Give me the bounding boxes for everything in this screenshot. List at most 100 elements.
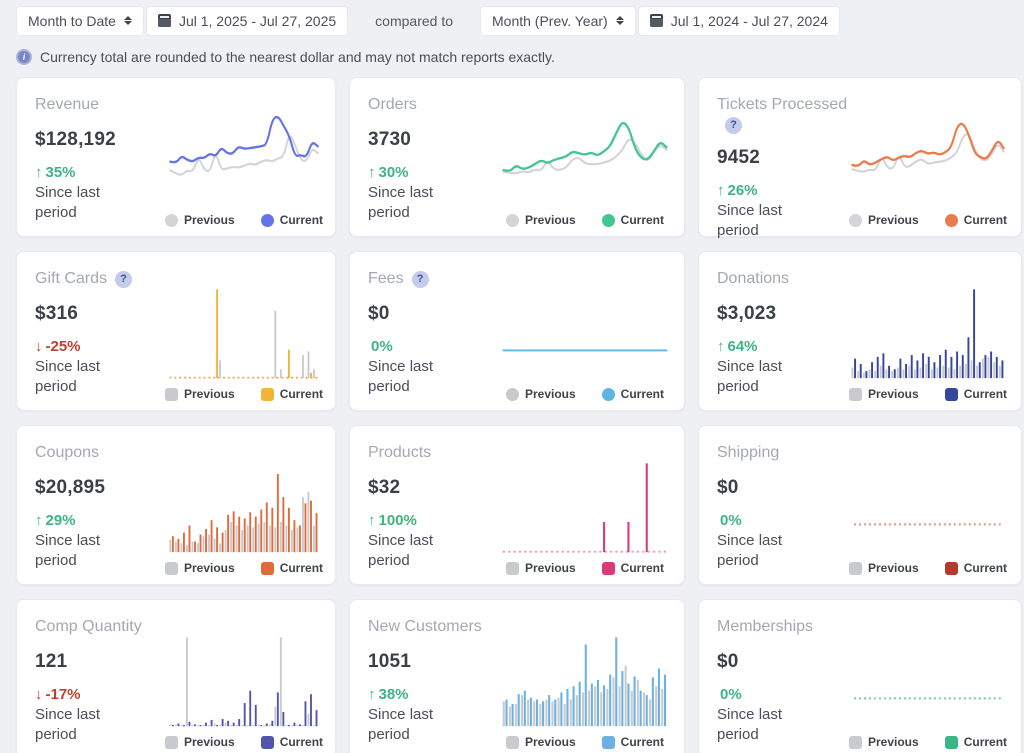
card-value: 9452 (717, 147, 849, 169)
gift-cards-sparkline (167, 279, 321, 381)
delta-value: 29% (46, 512, 76, 529)
previous-marker (506, 736, 519, 749)
card-shipping: Shipping $0 0% Since last period Previou… (698, 425, 1022, 585)
memberships-sparkline (849, 627, 1007, 729)
card-title: Comp Quantity (35, 618, 142, 635)
delta-badge: 0% (717, 512, 849, 529)
delta-arrow-icon: ↑ (35, 512, 43, 529)
currency-notice-text: Currency total are rounded to the neares… (40, 49, 555, 65)
delta-value: -25% (46, 338, 81, 355)
delta-value: 64% (728, 338, 758, 355)
card-value: $0 (717, 651, 849, 673)
card-new-customers: New Customers 1051 ↑ 38% Since last peri… (349, 599, 685, 753)
help-icon[interactable]: ? (412, 271, 429, 288)
delta-badge: ↑ 26% (717, 182, 849, 199)
card-value: $0 (368, 303, 500, 325)
delta-arrow-icon: ↓ (35, 338, 43, 355)
current-marker (261, 214, 274, 227)
compared-to-label: compared to (375, 13, 453, 29)
since-label: Since last period (717, 201, 805, 239)
calendar-icon (650, 14, 663, 27)
current-marker (945, 562, 958, 575)
fees-sparkline (500, 279, 670, 381)
current-marker (261, 388, 274, 401)
current-marker (261, 562, 274, 575)
current-marker (945, 388, 958, 401)
card-value: 121 (35, 651, 167, 673)
delta-arrow-icon: ↓ (35, 686, 43, 703)
help-icon[interactable]: ? (725, 117, 742, 134)
select-arrows-icon (124, 16, 132, 25)
delta-badge: ↑ 29% (35, 512, 167, 529)
chart-legend: Previous Current (849, 386, 1007, 402)
delta-arrow-icon: ↑ (368, 686, 376, 703)
delta-value: 26% (728, 182, 758, 199)
calendar-icon (158, 14, 171, 27)
delta-badge: ↓ -17% (35, 686, 167, 703)
since-label: Since last period (35, 183, 123, 221)
previous-marker (849, 736, 862, 749)
since-label: Since last period (35, 705, 123, 743)
chart-legend: Previous Current (167, 212, 321, 228)
coupons-sparkline (167, 453, 321, 555)
help-icon[interactable]: ? (115, 271, 132, 288)
card-value: $128,192 (35, 129, 167, 151)
delta-badge: ↓ -25% (35, 338, 167, 355)
delta-badge: ↑ 35% (35, 164, 167, 181)
delta-value: 30% (379, 164, 409, 181)
card-title: Coupons (35, 444, 99, 461)
chart-legend: Previous Current (167, 386, 321, 402)
card-title: New Customers (368, 618, 482, 635)
date-range-select[interactable]: Month to Date (16, 6, 144, 36)
date-range-picker[interactable]: Jul 1, 2025 - Jul 27, 2025 (146, 6, 348, 36)
select-arrows-icon (616, 16, 624, 25)
card-title: Products (368, 444, 431, 461)
info-icon: i (16, 49, 32, 65)
since-label: Since last period (368, 357, 456, 395)
delta-arrow-icon: ↑ (368, 512, 376, 529)
chart-legend: Previous Current (167, 560, 321, 576)
delta-value: 100% (379, 512, 417, 529)
chart-legend: Previous Current (167, 734, 321, 750)
metrics-grid: Revenue $128,192 ↑ 35% Since last period… (16, 77, 1018, 753)
previous-marker (165, 214, 178, 227)
since-label: Since last period (35, 531, 123, 569)
card-coupons: Coupons $20,895 ↑ 29% Since last period … (16, 425, 336, 585)
card-gift-cards: Gift Cards? $316 ↓ -25% Since last perio… (16, 251, 336, 411)
chart-legend: Previous Current (500, 386, 670, 402)
previous-marker (506, 388, 519, 401)
chart-legend: Previous Current (849, 734, 1007, 750)
tickets-sparkline (849, 105, 1007, 207)
compare-range-select[interactable]: Month (Prev. Year) (480, 6, 636, 36)
delta-arrow-icon: ↑ (717, 182, 725, 199)
card-tickets-processed: Tickets Processed? 9452 ↑ 26% Since last… (698, 77, 1022, 237)
delta-arrow-icon: ↑ (717, 338, 725, 355)
card-value: 1051 (368, 651, 500, 673)
previous-marker (506, 214, 519, 227)
card-value: $0 (717, 477, 849, 499)
since-label: Since last period (368, 531, 456, 569)
compare-range-picker[interactable]: Jul 1, 2024 - Jul 27, 2024 (638, 6, 840, 36)
delta-value: 38% (379, 686, 409, 703)
since-label: Since last period (717, 357, 805, 395)
products-sparkline (500, 453, 670, 555)
delta-value: 0% (371, 338, 393, 355)
current-marker (602, 214, 615, 227)
current-marker (945, 214, 958, 227)
filter-bar: Month to Date Jul 1, 2025 - Jul 27, 2025… (0, 0, 1024, 36)
card-value: $3,023 (717, 303, 849, 325)
chart-legend: Previous Current (849, 212, 1007, 228)
revenue-sparkline (167, 105, 321, 207)
previous-marker (849, 214, 862, 227)
card-value: $20,895 (35, 477, 167, 499)
chart-legend: Previous Current (500, 560, 670, 576)
delta-badge: ↑ 30% (368, 164, 500, 181)
shipping-sparkline (849, 453, 1007, 555)
since-label: Since last period (368, 183, 456, 221)
card-value: 3730 (368, 129, 500, 151)
card-revenue: Revenue $128,192 ↑ 35% Since last period… (16, 77, 336, 237)
chart-legend: Previous Current (849, 560, 1007, 576)
date-range-value: Jul 1, 2025 - Jul 27, 2025 (179, 13, 336, 29)
card-title: Shipping (717, 444, 779, 461)
card-products: Products $32 ↑ 100% Since last period Pr… (349, 425, 685, 585)
